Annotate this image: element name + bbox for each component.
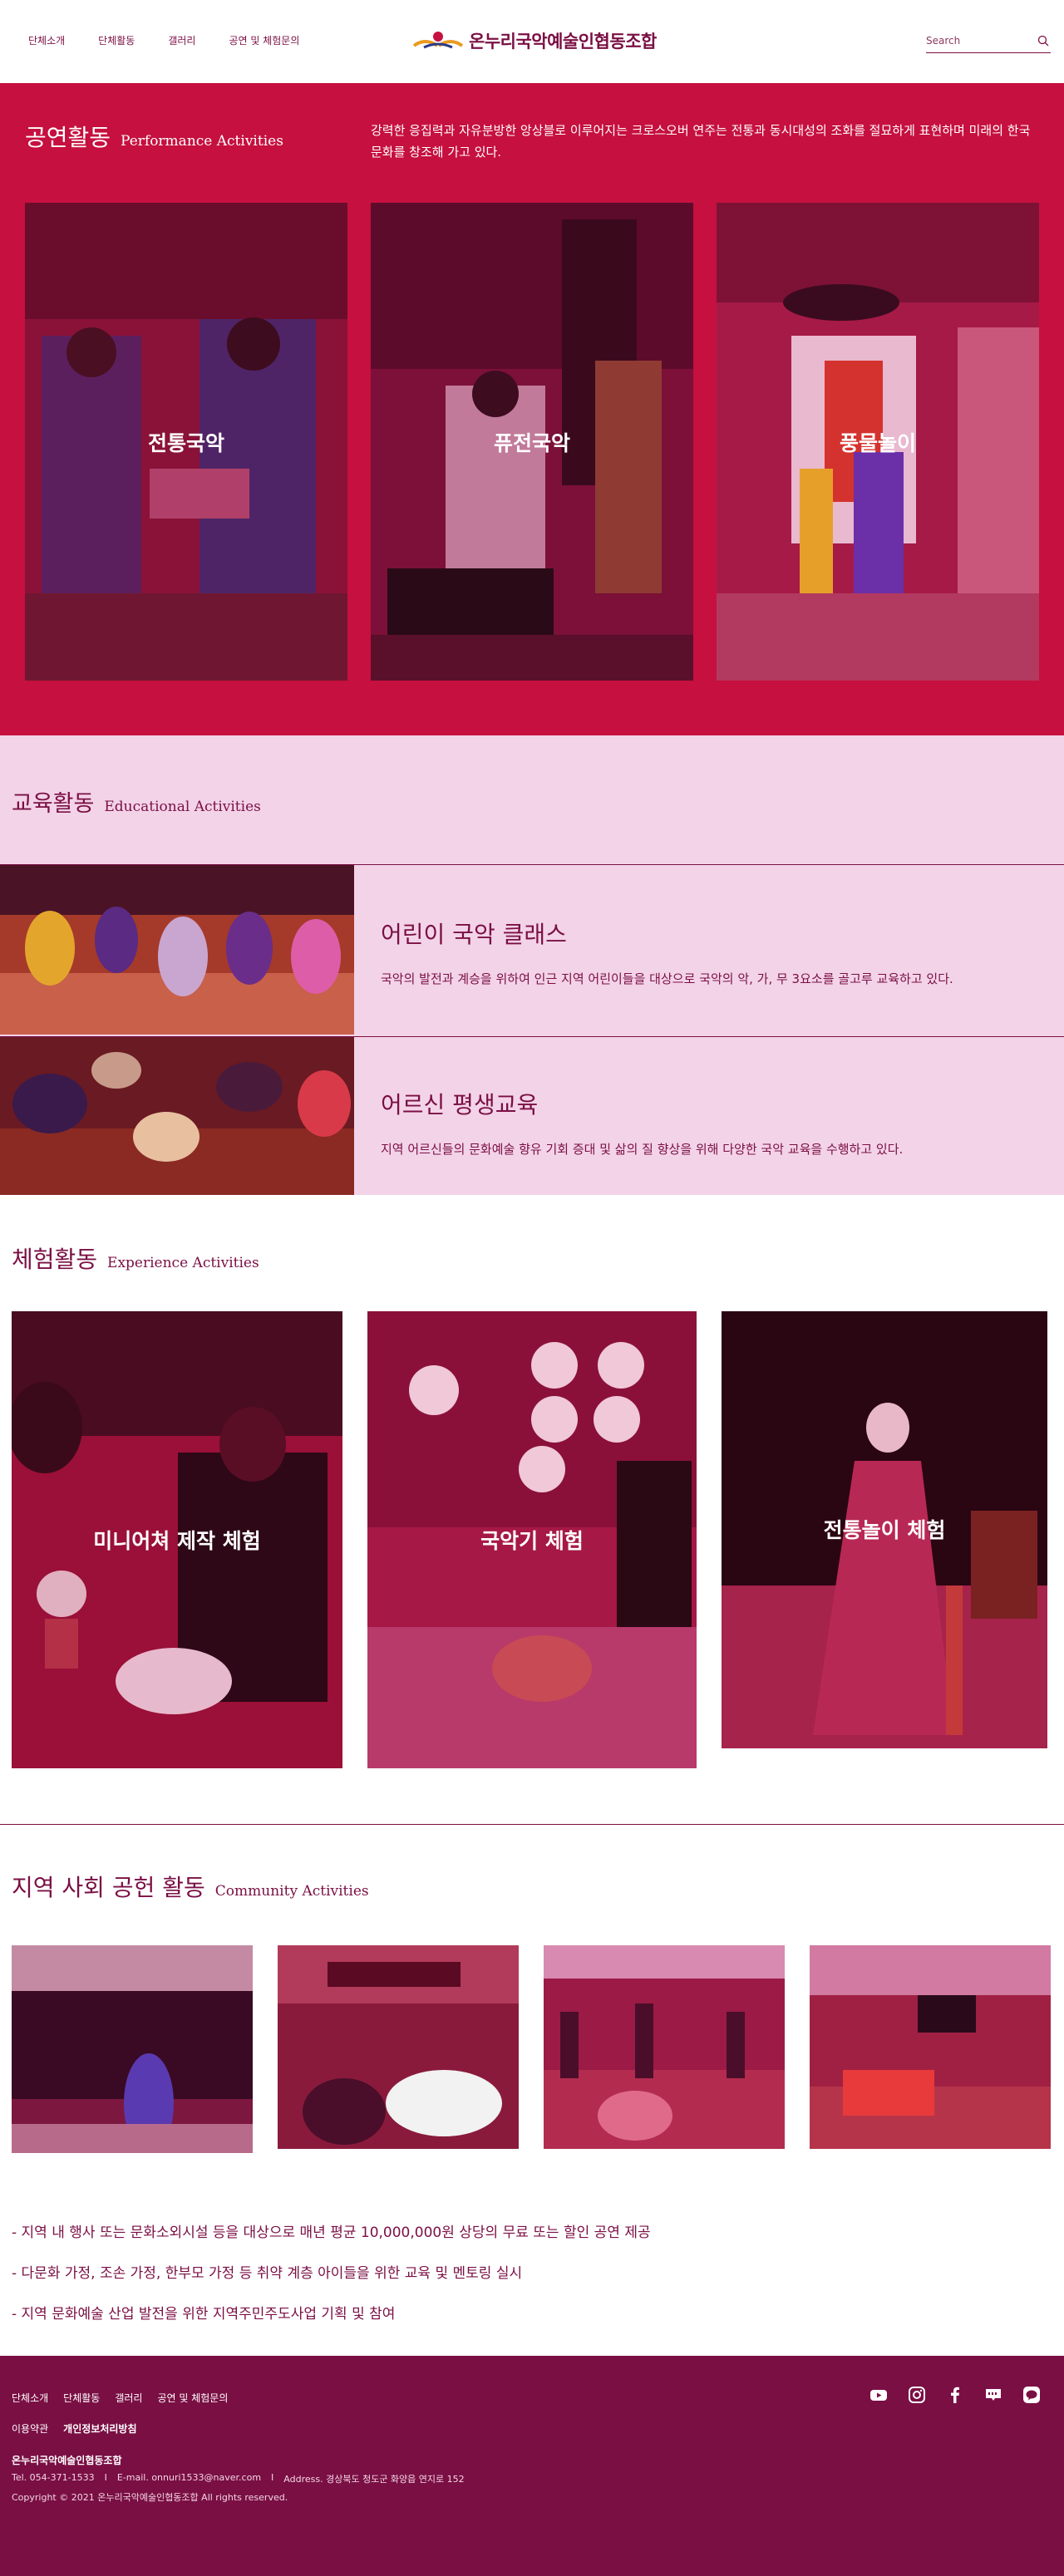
education-title-ko: 교육활동 bbox=[12, 791, 95, 817]
education-item-children: 어린이 국악 클래스 국악의 발전과 계승을 위하여 인근 지역 어린이들을 대… bbox=[0, 864, 1064, 1035]
footer-contact-info: Tel. 054-371-1533 I E-mail. onnuri1533@n… bbox=[12, 2472, 465, 2485]
footer-nav-gallery[interactable]: 갤러리 bbox=[115, 2391, 142, 2405]
performance-card-label: 퓨전국악 bbox=[493, 430, 570, 455]
performance-card-pungmul[interactable]: 풍물놀이 bbox=[717, 203, 1039, 681]
search-icon[interactable] bbox=[1037, 35, 1049, 47]
performance-description: 강력한 응집력과 자유분방한 앙상블로 이루어지는 크로스오버 연주는 전통과 … bbox=[371, 123, 1031, 160]
footer-company-name: 온누리국악예술인협동조합 bbox=[12, 2455, 122, 2466]
performance-title-ko: 공연활동 bbox=[25, 124, 111, 151]
community-title-en: Community Activities bbox=[214, 1883, 369, 1900]
experience-card-instrument[interactable]: 국악기 체험 bbox=[367, 1311, 697, 1768]
performance-title-en: Performance Activities bbox=[121, 133, 283, 150]
footer-policy-links: 이용약관 개인정보처리방침 bbox=[12, 2421, 137, 2436]
performance-title: 공연활동 Performance Activities bbox=[25, 120, 283, 153]
education-item-title: 어린이 국악 클래스 bbox=[381, 921, 567, 948]
footer-email: E-mail. onnuri1533@naver.com bbox=[116, 2472, 262, 2483]
main-nav: 단체소개 단체활동 갤러리 공연 및 체험문의 bbox=[28, 33, 299, 47]
nav-item-inquiry[interactable]: 공연 및 체험문의 bbox=[229, 33, 299, 47]
education-seniors-photo bbox=[0, 1037, 354, 1206]
education-item-description: 국악의 발전과 계승을 위하여 인근 지역 어린이들을 대상으로 국악의 악, … bbox=[381, 971, 953, 986]
logo[interactable]: 온누리국악예술인협동조합 bbox=[412, 28, 657, 53]
education-item-description: 지역 어르신들의 문화예술 향유 기회 증대 및 삶의 질 향상을 위해 다양한… bbox=[381, 1142, 904, 1157]
footer-tel: Tel. 054-371-1533 bbox=[12, 2472, 95, 2483]
education-item-seniors: 어르신 평생교육 지역 어르신들의 문화예술 향유 기회 증대 및 삶의 질 향… bbox=[0, 1036, 1064, 1207]
community-photo-3[interactable] bbox=[544, 1945, 785, 2149]
community-bullet: - 지역 문화예술 산업 발전을 위한 지역주민주도사업 기획 및 참여 bbox=[12, 2306, 396, 2323]
education-item-title: 어르신 평생교육 bbox=[381, 1091, 539, 1118]
nav-item-about[interactable]: 단체소개 bbox=[28, 33, 65, 47]
logo-text: 온누리국악예술인협동조합 bbox=[469, 32, 657, 52]
experience-section: 체험활동 Experience Activities 미니어쳐 제작 체험 국악… bbox=[0, 1195, 1064, 1824]
education-section: 교육활동 Educational Activities 어린이 국악 클래스 국… bbox=[0, 735, 1064, 1207]
footer-nav-activities[interactable]: 단체활동 bbox=[63, 2391, 100, 2405]
performance-section: 공연활동 Performance Activities 강력한 응집력과 자유분… bbox=[0, 83, 1064, 735]
nav-item-activities[interactable]: 단체활동 bbox=[98, 33, 135, 47]
community-title: 지역 사회 공헌 활동 Community Activities bbox=[12, 1870, 369, 1903]
footer-nav-about[interactable]: 단체소개 bbox=[12, 2391, 48, 2405]
privacy-policy-link[interactable]: 개인정보처리방침 bbox=[63, 2421, 136, 2436]
experience-title-en: Experience Activities bbox=[107, 1255, 259, 1271]
instagram-icon[interactable] bbox=[908, 2386, 926, 2404]
community-photo-4[interactable] bbox=[810, 1945, 1051, 2149]
performance-card-traditional[interactable]: 전통국악 bbox=[25, 203, 347, 681]
experience-card-label: 국악기 체험 bbox=[480, 1529, 584, 1553]
performance-card-label: 전통국악 bbox=[147, 430, 224, 455]
logo-mark-icon bbox=[412, 32, 464, 49]
community-photo-2[interactable] bbox=[278, 1945, 519, 2149]
experience-title-ko: 체험활동 bbox=[12, 1246, 98, 1273]
experience-card-miniature[interactable]: 미니어쳐 제작 체험 bbox=[12, 1311, 342, 1768]
nav-item-gallery[interactable]: 갤러리 bbox=[168, 33, 195, 47]
experience-card-label: 미니어쳐 제작 체험 bbox=[93, 1529, 261, 1553]
footer-separator: I bbox=[271, 2472, 274, 2483]
blog-icon[interactable] bbox=[984, 2386, 1002, 2404]
education-title-en: Educational Activities bbox=[104, 799, 261, 815]
site-footer: 단체소개 단체활동 갤러리 공연 및 체험문의 이용약관 개인정보처리방침 온누… bbox=[0, 2356, 1064, 2576]
education-children-photo bbox=[0, 865, 354, 1035]
community-bullet-list: - 지역 내 행사 또는 문화소외시설 등을 대상으로 매년 평균 10,000… bbox=[12, 2220, 651, 2342]
search-box bbox=[926, 30, 1051, 53]
community-bullet: - 지역 내 행사 또는 문화소외시설 등을 대상으로 매년 평균 10,000… bbox=[12, 2225, 651, 2241]
experience-card-folkgame[interactable]: 전통놀이 체험 bbox=[722, 1311, 1047, 1748]
footer-nav: 단체소개 단체활동 갤러리 공연 및 체험문의 bbox=[12, 2391, 228, 2405]
experience-card-label: 전통놀이 체험 bbox=[823, 1518, 946, 1542]
youtube-icon[interactable] bbox=[869, 2386, 888, 2404]
site-header: 단체소개 단체활동 갤러리 공연 및 체험문의 온누리국악예술인협동조합 bbox=[0, 0, 1064, 83]
search-input[interactable] bbox=[926, 30, 1029, 52]
performance-card-fusion[interactable]: 퓨전국악 bbox=[371, 203, 693, 681]
social-links bbox=[869, 2386, 1041, 2404]
community-photo-1[interactable] bbox=[12, 1945, 253, 2153]
facebook-icon[interactable] bbox=[946, 2386, 964, 2404]
education-seniors-text: 어르신 평생교육 지역 어르신들의 문화예술 향유 기회 증대 및 삶의 질 향… bbox=[381, 1087, 903, 1158]
community-section: 지역 사회 공헌 활동 Community Activities - 지역 내 … bbox=[0, 1824, 1064, 2356]
footer-copyright: Copyright © 2021 온누리국악예술인협동조합 All rights… bbox=[12, 2492, 288, 2503]
footer-separator: I bbox=[104, 2472, 107, 2483]
community-bullet: - 다문화 가정, 조손 가정, 한부모 가정 등 취약 계층 아이들을 위한 … bbox=[12, 2265, 523, 2282]
performance-card-label: 풍물놀이 bbox=[839, 430, 916, 455]
education-title: 교육활동 Educational Activities bbox=[12, 785, 261, 818]
experience-title: 체험활동 Experience Activities bbox=[12, 1241, 259, 1275]
footer-nav-inquiry[interactable]: 공연 및 체험문의 bbox=[157, 2391, 228, 2405]
community-title-ko: 지역 사회 공헌 활동 bbox=[12, 1874, 205, 1901]
terms-link[interactable]: 이용약관 bbox=[12, 2421, 48, 2436]
education-children-text: 어린이 국악 클래스 국악의 발전과 계승을 위하여 인근 지역 어린이들을 대… bbox=[381, 917, 953, 987]
footer-address: Address. 경상북도 청도군 화양읍 연지로 152 bbox=[283, 2474, 465, 2485]
kakao-icon[interactable] bbox=[1022, 2386, 1041, 2404]
